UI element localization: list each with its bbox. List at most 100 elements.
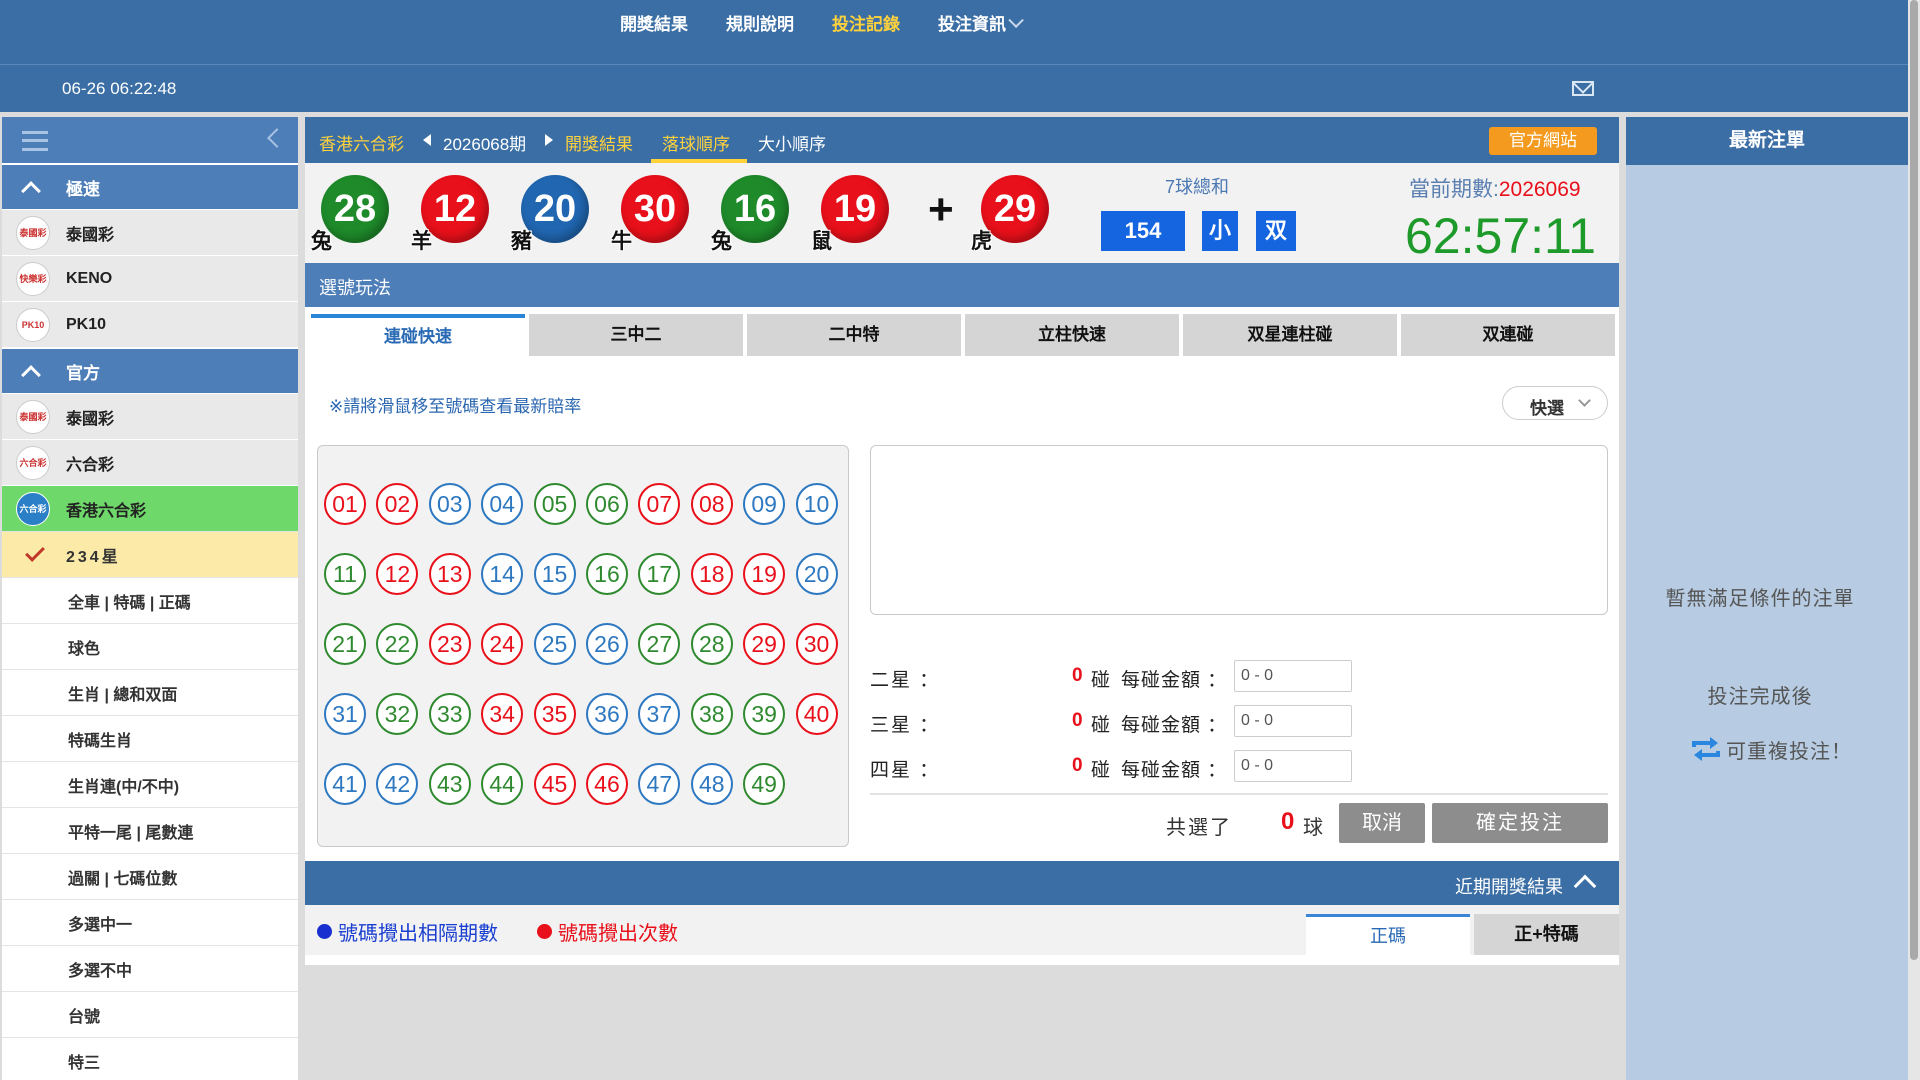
sidebar-sub-item[interactable]: 多選不中 xyxy=(2,945,298,991)
number-ball[interactable]: 02 xyxy=(376,483,419,525)
number-ball[interactable]: 19 xyxy=(743,553,786,595)
chevron-up-icon[interactable] xyxy=(1573,874,1597,898)
sidebar-sub-item[interactable]: 多選中一 xyxy=(2,899,298,945)
sidebar-sub-item[interactable]: 過關 | 七碼位數 xyxy=(2,853,298,899)
number-ball[interactable]: 31 xyxy=(324,693,366,735)
tab-pillar-quick[interactable]: 立柱快速 xyxy=(965,314,1179,356)
number-ball[interactable]: 09 xyxy=(743,483,786,525)
nav-draw-results[interactable]: 開獎結果 xyxy=(620,10,688,35)
next-period-icon[interactable] xyxy=(545,134,553,146)
number-ball[interactable]: 38 xyxy=(690,693,733,735)
cancel-button[interactable]: 取消 xyxy=(1339,803,1425,843)
repeat-bet[interactable]: 可重複投注！ xyxy=(1688,731,1852,767)
number-ball[interactable]: 20 xyxy=(795,553,838,595)
sidebar-group-speed[interactable]: 極速 xyxy=(2,163,298,209)
number-ball[interactable]: 22 xyxy=(376,623,419,665)
number-ball[interactable]: 48 xyxy=(690,763,733,805)
sidebar-item-pk10[interactable]: PK10 PK10 xyxy=(2,301,298,347)
tab-drop-order[interactable]: 落球順序 xyxy=(662,130,730,155)
tab-two-special[interactable]: 二中特 xyxy=(747,314,961,356)
number-ball[interactable]: 10 xyxy=(795,483,838,525)
sidebar-item-thai-lottery[interactable]: 泰國彩 泰國彩 xyxy=(2,209,298,255)
amount-input[interactable]: 0 - 0 xyxy=(1234,750,1352,782)
number-ball[interactable]: 47 xyxy=(638,763,681,805)
sidebar-sub-item[interactable]: 球色 xyxy=(2,623,298,669)
tab-three-in-two[interactable]: 三中二 xyxy=(529,314,743,356)
nav-bet-records[interactable]: 投注記錄 xyxy=(832,10,900,35)
number-ball[interactable]: 01 xyxy=(324,483,366,525)
tab-quick-combo[interactable]: 連碰快速 xyxy=(311,314,525,356)
number-ball[interactable]: 23 xyxy=(428,623,471,665)
amount-input[interactable]: 0 - 0 xyxy=(1234,705,1352,737)
number-ball[interactable]: 11 xyxy=(324,553,366,595)
sidebar-sub-item[interactable]: 特三 xyxy=(2,1037,298,1080)
number-ball[interactable]: 44 xyxy=(481,763,524,805)
sidebar-item-mark-six[interactable]: 六合彩 六合彩 xyxy=(2,439,298,485)
sidebar-group-official[interactable]: 官方 xyxy=(2,347,298,393)
number-ball[interactable]: 04 xyxy=(481,483,524,525)
number-ball[interactable]: 12 xyxy=(376,553,419,595)
number-ball[interactable]: 42 xyxy=(376,763,419,805)
recent-results-bar[interactable]: 近期開獎結果 xyxy=(305,861,1619,905)
breadcrumb-game[interactable]: 香港六合彩 xyxy=(319,130,404,155)
number-ball[interactable]: 37 xyxy=(638,693,681,735)
number-ball[interactable]: 06 xyxy=(585,483,628,525)
number-ball[interactable]: 49 xyxy=(743,763,786,805)
number-ball[interactable]: 16 xyxy=(585,553,628,595)
number-ball[interactable]: 41 xyxy=(324,763,366,805)
confirm-bet-button[interactable]: 確定投注 xyxy=(1432,803,1608,843)
number-ball[interactable]: 15 xyxy=(533,553,576,595)
tab-double-star-pillar[interactable]: 双星連柱碰 xyxy=(1183,314,1397,356)
tab-double-combo[interactable]: 双連碰 xyxy=(1401,314,1615,356)
number-ball[interactable]: 45 xyxy=(533,763,576,805)
number-ball[interactable]: 33 xyxy=(428,693,471,735)
sidebar-item-keno[interactable]: 快樂彩 KENO xyxy=(2,255,298,301)
number-ball[interactable]: 36 xyxy=(585,693,628,735)
sidebar-sub-234-star[interactable]: 234星 xyxy=(2,531,298,577)
nav-bet-info[interactable]: 投注資訊 xyxy=(938,10,1024,35)
number-ball[interactable]: 30 xyxy=(795,623,838,665)
number-ball[interactable]: 29 xyxy=(743,623,786,665)
amount-input[interactable]: 0 - 0 xyxy=(1234,660,1352,692)
number-ball[interactable]: 07 xyxy=(638,483,681,525)
number-ball[interactable]: 26 xyxy=(585,623,628,665)
sidebar-sub-item[interactable]: 特碼生肖 xyxy=(2,715,298,761)
scrollbar-thumb[interactable] xyxy=(1910,0,1918,960)
number-ball[interactable]: 39 xyxy=(743,693,786,735)
number-ball[interactable]: 24 xyxy=(481,623,524,665)
number-ball[interactable]: 17 xyxy=(638,553,681,595)
number-ball[interactable]: 14 xyxy=(481,553,524,595)
number-ball[interactable]: 05 xyxy=(533,483,576,525)
number-ball[interactable]: 18 xyxy=(690,553,733,595)
number-ball[interactable]: 43 xyxy=(428,763,471,805)
menu-icon[interactable] xyxy=(22,131,48,151)
sidebar-sub-item[interactable]: 台號 xyxy=(2,991,298,1037)
number-ball[interactable]: 27 xyxy=(638,623,681,665)
sidebar-sub-item[interactable]: 生肖 | 總和双面 xyxy=(2,669,298,715)
collapse-sidebar-icon[interactable] xyxy=(267,128,287,148)
number-ball[interactable]: 46 xyxy=(585,763,628,805)
number-ball[interactable]: 28 xyxy=(690,623,733,665)
sidebar-item-thai-lottery-official[interactable]: 泰國彩 泰國彩 xyxy=(2,393,298,439)
quick-select-dropdown[interactable]: 快選 xyxy=(1502,386,1608,420)
sidebar-sub-item[interactable]: 平特一尾 | 尾數連 xyxy=(2,807,298,853)
tab-main-special[interactable]: 正+特碼 xyxy=(1474,914,1619,955)
tab-main-numbers[interactable]: 正碼 xyxy=(1306,914,1470,955)
official-site-button[interactable]: 官方網站 xyxy=(1489,127,1597,155)
sidebar-sub-item[interactable]: 生肖連(中/不中) xyxy=(2,761,298,807)
tab-size-order[interactable]: 大小順序 xyxy=(758,130,826,155)
number-ball[interactable]: 03 xyxy=(428,483,471,525)
sidebar-sub-item[interactable]: 全車 | 特碼 | 正碼 xyxy=(2,577,298,623)
number-ball[interactable]: 35 xyxy=(533,693,576,735)
number-ball[interactable]: 34 xyxy=(481,693,524,735)
prev-period-icon[interactable] xyxy=(423,134,431,146)
number-ball[interactable]: 25 xyxy=(533,623,576,665)
number-ball[interactable]: 13 xyxy=(428,553,471,595)
page-scrollbar[interactable] xyxy=(1908,0,1920,1080)
nav-rules[interactable]: 規則說明 xyxy=(726,10,794,35)
number-ball[interactable]: 08 xyxy=(690,483,733,525)
sidebar-item-hk-mark-six[interactable]: 六合彩 香港六合彩 xyxy=(2,485,298,531)
number-ball[interactable]: 21 xyxy=(324,623,366,665)
number-ball[interactable]: 32 xyxy=(376,693,419,735)
breadcrumb-results[interactable]: 開獎結果 xyxy=(565,130,633,155)
